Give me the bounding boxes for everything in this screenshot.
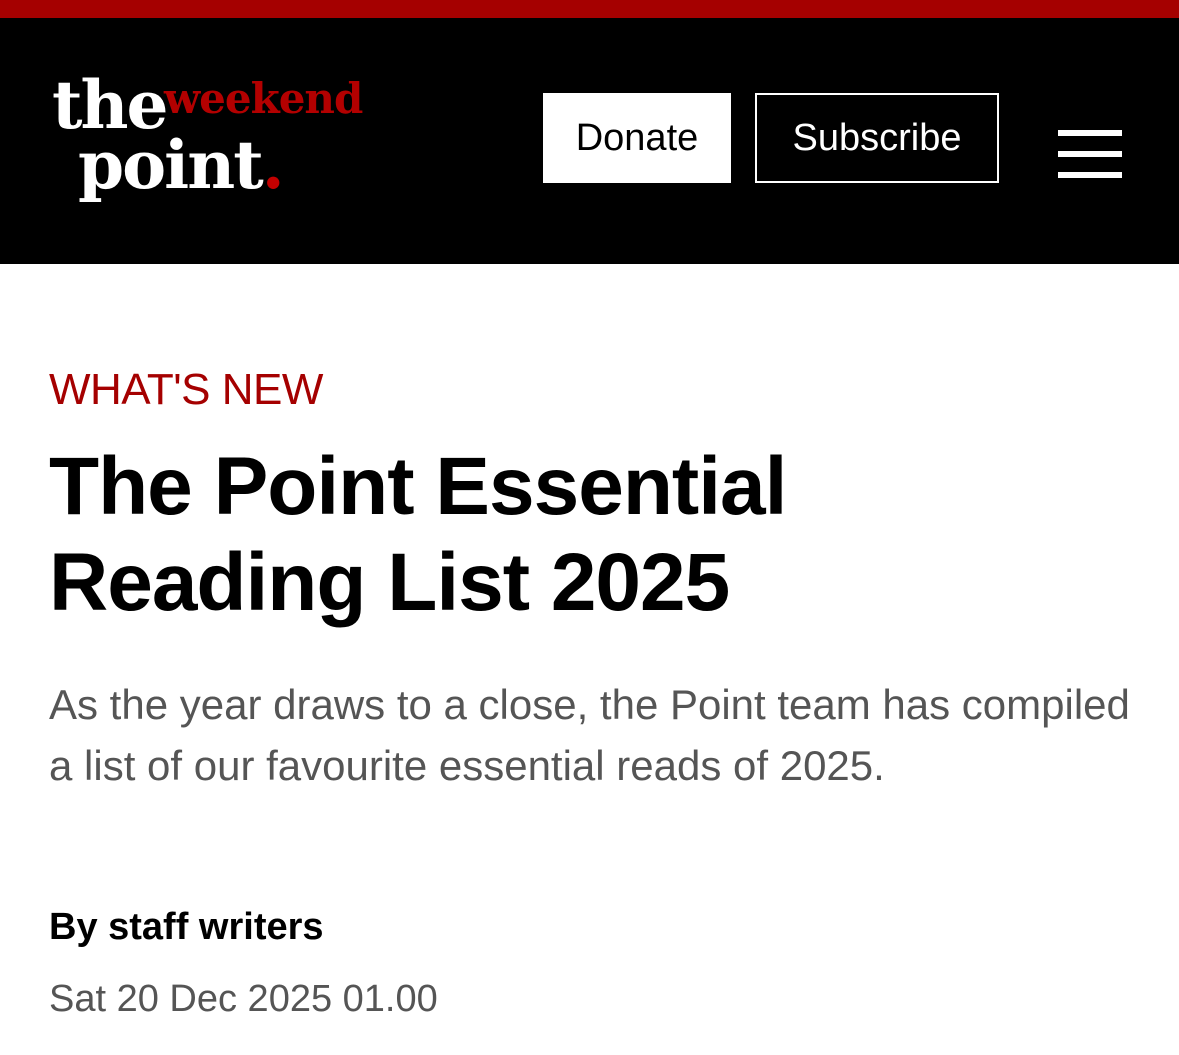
menu-line	[1058, 172, 1122, 178]
article-standfirst: As the year draws to a close, the Point …	[49, 681, 1130, 789]
brand-stripe	[0, 0, 1179, 18]
logo-point: point.	[78, 132, 285, 198]
site-logo[interactable]: the weekend point.	[52, 72, 372, 222]
article-byline: By staff writers	[49, 906, 324, 948]
article-title: The Point Essential Reading List 2025	[49, 441, 787, 628]
logo-dot: .	[261, 126, 285, 204]
site-header: the weekend point. Donate Subscribe	[0, 18, 1179, 264]
article-date: Sat 20 Dec 2025 01.00	[49, 978, 438, 1020]
article-category[interactable]: WHAT'S NEW	[49, 365, 323, 415]
menu-line	[1058, 151, 1122, 157]
logo-weekend: weekend	[164, 74, 363, 123]
logo-point-text: point	[78, 126, 264, 204]
donate-button[interactable]: Donate	[543, 93, 731, 183]
menu-line	[1058, 130, 1122, 136]
subscribe-button[interactable]: Subscribe	[755, 93, 999, 183]
hamburger-menu-icon[interactable]	[1058, 130, 1122, 180]
